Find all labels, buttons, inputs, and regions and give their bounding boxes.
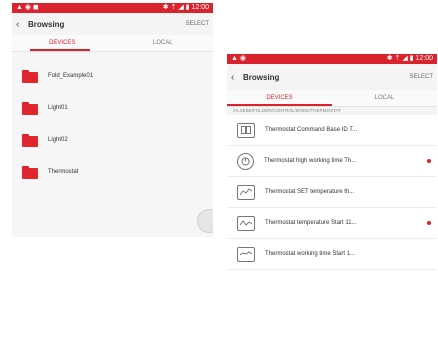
back-arrow-icon[interactable]: ‹ <box>231 72 243 83</box>
folder-icon <box>22 101 38 115</box>
file-row[interactable]: Thermostat high working time Th... <box>227 146 437 177</box>
grid-icon <box>237 122 255 138</box>
folder-icon <box>22 69 38 83</box>
folder-row[interactable]: Thermostat <box>12 156 213 188</box>
file-row[interactable]: Thermostat working time Start 1... <box>227 239 437 270</box>
graph-icon <box>237 215 255 231</box>
tab-bar: DEVICES LOCAL <box>227 90 437 107</box>
breadcrumb: /ALSEBE/FOLDER/CONTROL/MODE/THERMOSTAT <box>227 107 437 115</box>
page-title: Browsing <box>243 72 280 82</box>
file-row[interactable]: Thermostat SET temperature th... <box>227 177 437 208</box>
left-screen: ▲ ◉ ◼ ✱ ⇡ ◢ ▮ 12:00 ‹ Browsing SELECT DE… <box>12 3 213 237</box>
file-row[interactable]: Thermostat Command Base ID T... <box>227 115 437 146</box>
right-screen: ▲ ◉ ✱ ⇡ ◢ ▮ 12:00 ‹ Browsing SELECT DEVI… <box>227 54 437 339</box>
status-icons-right: ✱ ⇡ ◢ ▮ 12:00 <box>162 4 209 11</box>
folder-icon <box>22 165 38 179</box>
unread-dot <box>427 221 431 225</box>
tab-indicator <box>30 49 90 51</box>
status-icons-right: ✱ ⇡ ◢ ▮ 12:00 <box>386 55 433 62</box>
folder-row[interactable]: Fold_Example01 <box>12 60 213 92</box>
folder-label: Thermostat <box>48 169 79 175</box>
folder-label: Light01 <box>48 105 68 111</box>
status-icons-left: ▲ ◉ ◼ <box>16 4 39 11</box>
select-button[interactable]: SELECT <box>186 21 209 27</box>
folder-label: Light02 <box>48 137 68 143</box>
file-label: Thermostat SET temperature th... <box>265 189 355 195</box>
tab-local[interactable]: LOCAL <box>113 35 214 51</box>
tab-indicator <box>227 104 332 106</box>
file-label: Thermostat temperature Start 11... <box>265 220 357 226</box>
graph-icon <box>237 184 255 200</box>
file-label: Thermostat high working time Th... <box>264 158 357 164</box>
status-icons-left: ▲ ◉ <box>231 55 246 62</box>
floating-action-button[interactable] <box>197 209 213 233</box>
folder-row[interactable]: Light02 <box>12 124 213 156</box>
unread-dot <box>427 159 431 163</box>
app-bar: ‹ Browsing SELECT <box>12 13 213 35</box>
tab-bar: DEVICES LOCAL <box>12 35 213 52</box>
page-title: Browsing <box>28 19 65 29</box>
folder-icon <box>22 133 38 147</box>
graph-icon <box>237 246 255 262</box>
folder-row[interactable]: Light01 <box>12 92 213 124</box>
select-button[interactable]: SELECT <box>410 74 433 80</box>
file-label: Thermostat Command Base ID T... <box>265 127 358 133</box>
file-row[interactable]: Thermostat temperature Start 11... <box>227 208 437 239</box>
dial-icon <box>237 152 254 170</box>
tab-local[interactable]: LOCAL <box>332 90 437 106</box>
folder-label: Fold_Example01 <box>48 73 94 79</box>
status-bar: ▲ ◉ ✱ ⇡ ◢ ▮ 12:00 <box>227 54 437 64</box>
app-bar: ‹ Browsing SELECT <box>227 64 437 90</box>
path-spacer <box>12 52 213 60</box>
file-label: Thermostat working time Start 1... <box>265 251 356 257</box>
back-arrow-icon[interactable]: ‹ <box>16 19 28 30</box>
status-bar: ▲ ◉ ◼ ✱ ⇡ ◢ ▮ 12:00 <box>12 3 213 13</box>
